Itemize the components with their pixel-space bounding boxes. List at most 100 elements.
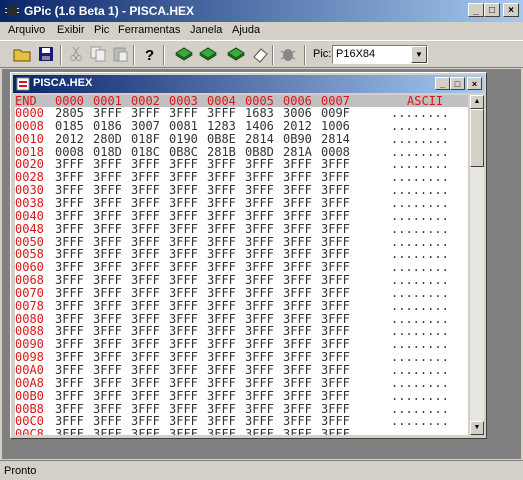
hex-cell: 3007 bbox=[131, 118, 160, 133]
hex-cell: 3FFF bbox=[245, 195, 274, 210]
hex-cell: 3FFF bbox=[245, 183, 274, 198]
hex-cell: 3FFF bbox=[321, 183, 350, 198]
window-titlebar[interactable]: GPic (1.6 Beta 1) - PISCA.HEX _ □ × bbox=[0, 0, 523, 22]
close-button[interactable]: × bbox=[503, 3, 519, 17]
hex-cell: 3FFF bbox=[131, 388, 160, 403]
hex-cell: 3FFF bbox=[207, 247, 236, 262]
child-maximize-button[interactable]: □ bbox=[450, 77, 465, 90]
hex-cell: 3FFF bbox=[245, 234, 274, 249]
hex-cell: 3FFF bbox=[207, 208, 236, 223]
menu-pic[interactable]: Pic bbox=[94, 24, 109, 36]
hex-cell: 0B90 bbox=[283, 131, 312, 146]
scroll-up-icon[interactable]: ▲ bbox=[470, 95, 484, 109]
hex-cell: 3FFF bbox=[283, 221, 312, 236]
status-text: Pronto bbox=[4, 465, 37, 477]
hex-cell: 3FFF bbox=[93, 350, 122, 365]
hex-cell: 3FFF bbox=[245, 157, 274, 172]
hex-cell: 3FFF bbox=[55, 195, 84, 210]
row-address: 0038 bbox=[15, 195, 44, 210]
menu-ferramentas[interactable]: Ferramentas bbox=[118, 24, 180, 36]
hex-cell: 3FFF bbox=[131, 195, 160, 210]
hex-grid[interactable]: END 0000 0001 0002 0003 0004 0005 0006 0007 ASCII… bbox=[15, 95, 468, 435]
verify-chip-icon[interactable] bbox=[226, 45, 246, 63]
copy-icon[interactable] bbox=[88, 45, 108, 63]
hex-cell: 0185 bbox=[55, 118, 84, 133]
minimize-button[interactable]: _ bbox=[468, 3, 484, 17]
hex-cell: 3FFF bbox=[245, 375, 274, 390]
hex-cell: 3FFF bbox=[283, 247, 312, 262]
hex-cell: 3FFF bbox=[55, 273, 84, 288]
open-folder-icon[interactable] bbox=[12, 45, 32, 63]
ascii-cell: ........ bbox=[391, 208, 449, 223]
hex-cell: 3FFF bbox=[55, 427, 84, 435]
menu-janela[interactable]: Janela bbox=[190, 24, 222, 36]
hex-cell: 3FFF bbox=[245, 350, 274, 365]
hex-cell: 3FFF bbox=[245, 337, 274, 352]
hex-cell: 3FFF bbox=[131, 298, 160, 313]
pic-select[interactable]: P16X84 ▼ bbox=[332, 45, 428, 64]
child-title: PISCA.HEX bbox=[33, 77, 93, 89]
hex-cell: 3FFF bbox=[131, 183, 160, 198]
hex-file-icon bbox=[16, 77, 30, 91]
hex-cell: 3FFF bbox=[207, 170, 236, 185]
hex-cell: 3FFF bbox=[131, 375, 160, 390]
menu-exibir[interactable]: Exibir bbox=[57, 24, 85, 36]
menu-arquivo[interactable]: Arquivo bbox=[8, 24, 45, 36]
hex-cell: 3FFF bbox=[131, 221, 160, 236]
scroll-thumb[interactable] bbox=[470, 109, 484, 167]
hex-cell: 3FFF bbox=[207, 414, 236, 429]
hex-cell: 3FFF bbox=[169, 363, 198, 377]
cut-icon[interactable] bbox=[66, 45, 86, 63]
row-address: 00B0 bbox=[15, 388, 44, 403]
hex-cell: 1683 bbox=[245, 106, 274, 120]
hex-cell: 3FFF bbox=[321, 195, 350, 210]
hex-cell: 3FFF bbox=[169, 285, 198, 300]
hex-cell: 3FFF bbox=[55, 247, 84, 262]
ascii-cell: ........ bbox=[391, 106, 449, 120]
hex-cell: 0186 bbox=[93, 118, 122, 133]
menu-ajuda[interactable]: Ajuda bbox=[232, 24, 260, 36]
hex-cell: 1006 bbox=[321, 118, 350, 133]
paste-icon[interactable] bbox=[110, 45, 130, 63]
row-address: 0020 bbox=[15, 157, 44, 172]
hex-cell: 3FFF bbox=[321, 375, 350, 390]
hex-cell: 3FFF bbox=[93, 298, 122, 313]
save-icon[interactable] bbox=[36, 45, 56, 63]
hex-cell: 3FFF bbox=[93, 285, 122, 300]
hex-cell: 3FFF bbox=[55, 221, 84, 236]
hex-cell: 3FFF bbox=[245, 208, 274, 223]
hex-cell: 3FFF bbox=[245, 221, 274, 236]
hex-cell: 3FFF bbox=[321, 414, 350, 429]
child-titlebar[interactable]: PISCA.HEX _ □ × bbox=[13, 75, 484, 93]
vertical-scrollbar[interactable]: ▲ ▼ bbox=[470, 95, 484, 435]
maximize-button[interactable]: □ bbox=[484, 3, 500, 17]
help-icon[interactable]: ? bbox=[139, 45, 159, 63]
hex-cell: 0B8D bbox=[245, 144, 274, 159]
hex-cell: 3FFF bbox=[93, 170, 122, 185]
ascii-cell: ........ bbox=[391, 273, 449, 288]
toolbar-separator bbox=[60, 45, 62, 65]
hex-cell: 3FFF bbox=[207, 195, 236, 210]
hex-cell: 3FFF bbox=[207, 183, 236, 198]
child-minimize-button[interactable]: _ bbox=[435, 77, 450, 90]
chevron-down-icon[interactable]: ▼ bbox=[411, 46, 427, 63]
hex-cell: 3FFF bbox=[321, 247, 350, 262]
row-address: 0008 bbox=[15, 118, 44, 133]
erase-icon[interactable] bbox=[250, 45, 270, 63]
hex-cell: 3FFF bbox=[245, 247, 274, 262]
hex-cell: 3FFF bbox=[321, 363, 350, 377]
hex-cell: 3FFF bbox=[207, 427, 236, 435]
row-address: 0088 bbox=[15, 324, 44, 339]
hex-cell: 3FFF bbox=[55, 298, 84, 313]
child-close-button[interactable]: × bbox=[467, 77, 482, 90]
hex-cell: 3FFF bbox=[245, 311, 274, 326]
hex-cell: 3FFF bbox=[321, 234, 350, 249]
write-chip-icon[interactable] bbox=[198, 45, 218, 63]
bug-icon[interactable] bbox=[278, 45, 298, 63]
toolbar-separator bbox=[163, 45, 165, 65]
hex-cell: 3FFF bbox=[283, 311, 312, 326]
hex-cell: 3FFF bbox=[169, 221, 198, 236]
scroll-down-icon[interactable]: ▼ bbox=[470, 421, 484, 435]
read-chip-icon[interactable] bbox=[174, 45, 194, 63]
hex-cell: 3FFF bbox=[131, 208, 160, 223]
